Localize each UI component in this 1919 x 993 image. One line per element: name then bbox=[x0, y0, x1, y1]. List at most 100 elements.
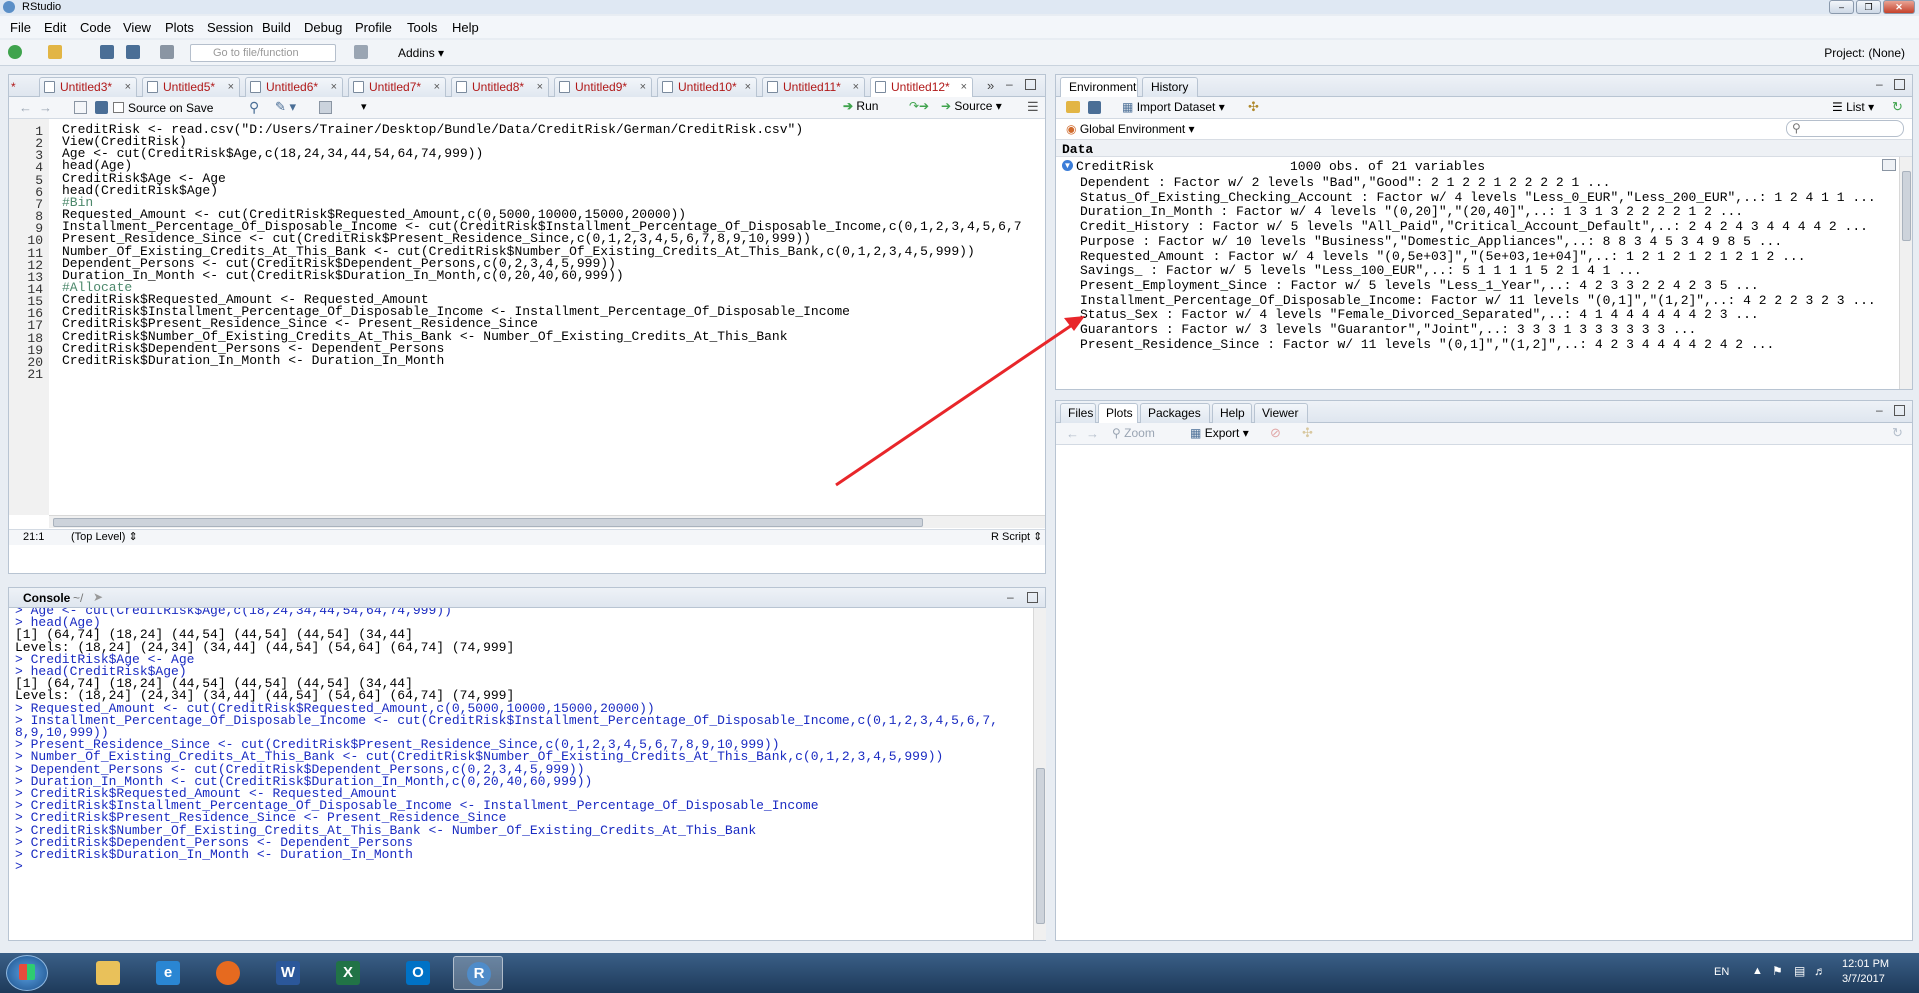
open-folder-icon[interactable] bbox=[48, 45, 62, 59]
tab-untitled10[interactable]: Untitled10* × bbox=[657, 77, 757, 97]
menu-plots[interactable]: Plots bbox=[165, 20, 194, 35]
save-all-icon[interactable] bbox=[126, 45, 140, 59]
code-line[interactable]: Duration_In_Month <- cut(CreditRisk$Dura… bbox=[62, 269, 624, 282]
console-vertical-scrollbar[interactable] bbox=[1033, 608, 1046, 940]
source-button[interactable]: ➔ Source ▾ bbox=[941, 99, 1002, 113]
tab-untitled6[interactable]: Untitled6* × bbox=[245, 77, 343, 97]
next-plot-icon[interactable]: → bbox=[1086, 426, 1099, 441]
maximize-pane-icon[interactable] bbox=[1027, 592, 1038, 603]
maximize-pane-icon[interactable] bbox=[1894, 405, 1905, 416]
source-on-save-checkbox[interactable] bbox=[113, 102, 124, 113]
options-dropdown-icon[interactable]: ▾ bbox=[361, 100, 367, 113]
rerun-icon[interactable]: ↷➔ bbox=[909, 99, 929, 113]
environment-vertical-scrollbar[interactable] bbox=[1899, 157, 1912, 389]
document-outline-icon[interactable]: ☰ bbox=[1027, 99, 1039, 115]
taskbar-word[interactable]: W bbox=[263, 956, 313, 990]
compile-report-icon[interactable] bbox=[319, 101, 332, 114]
environment-scope-selector[interactable]: ◉ Global Environment ▾ bbox=[1066, 122, 1195, 136]
network-icon[interactable]: ▤ bbox=[1794, 964, 1805, 978]
print-icon[interactable] bbox=[160, 45, 174, 59]
menu-session[interactable]: Session bbox=[207, 20, 253, 35]
taskbar-outlook[interactable]: O bbox=[393, 956, 443, 990]
maximize-pane-icon[interactable] bbox=[1894, 79, 1905, 90]
view-mode-selector[interactable]: ☰ List ▾ bbox=[1832, 100, 1874, 114]
tab-files[interactable]: Files bbox=[1060, 403, 1096, 423]
close-tab-icon[interactable]: × bbox=[961, 78, 967, 96]
tab-environment[interactable]: Environment bbox=[1060, 77, 1138, 98]
code-line[interactable]: CreditRisk$Duration_In_Month <- Duration… bbox=[62, 354, 444, 367]
tab-untitled3[interactable]: Untitled3* × bbox=[39, 77, 137, 97]
previous-plot-icon[interactable]: ← bbox=[1066, 426, 1079, 441]
code-tools-icon[interactable]: ✎ ▾ bbox=[275, 99, 296, 115]
minimize-pane-icon[interactable]: – bbox=[1876, 403, 1883, 417]
close-tab-icon[interactable]: × bbox=[228, 78, 234, 96]
file-type-selector[interactable]: R Script ⇕ bbox=[991, 530, 1042, 544]
remove-plot-icon[interactable]: ⊘ bbox=[1270, 425, 1281, 441]
tab-untitled11[interactable]: Untitled11* × bbox=[762, 77, 865, 97]
menu-file[interactable]: File bbox=[10, 20, 31, 35]
menu-edit[interactable]: Edit bbox=[44, 20, 66, 35]
menu-help[interactable]: Help bbox=[452, 20, 479, 35]
broom-clear-icon[interactable]: ✣ bbox=[1248, 99, 1259, 115]
tab-partial[interactable]: * bbox=[11, 80, 16, 94]
tab-viewer[interactable]: Viewer bbox=[1254, 403, 1308, 423]
taskbar-excel[interactable]: X bbox=[323, 956, 373, 990]
scrollbar-thumb[interactable] bbox=[1036, 768, 1045, 924]
maximize-pane-icon[interactable] bbox=[1025, 79, 1036, 90]
editor-horizontal-scrollbar[interactable] bbox=[49, 515, 1045, 528]
tab-untitled12[interactable]: Untitled12* × bbox=[870, 77, 973, 98]
minimize-pane-icon[interactable]: – bbox=[1006, 77, 1013, 91]
expand-icon[interactable]: ▼ bbox=[1062, 160, 1073, 171]
tab-packages[interactable]: Packages bbox=[1140, 403, 1210, 423]
tab-untitled9[interactable]: Untitled9* × bbox=[554, 77, 652, 97]
clock-time[interactable]: 12:01 PM bbox=[1842, 958, 1889, 970]
menu-profile[interactable]: Profile bbox=[355, 20, 392, 35]
close-tab-icon[interactable]: × bbox=[640, 78, 646, 96]
taskbar-firefox[interactable] bbox=[203, 956, 253, 990]
run-button[interactable]: ➔ Run bbox=[843, 99, 878, 113]
close-tab-icon[interactable]: × bbox=[853, 78, 859, 96]
new-file-icon[interactable] bbox=[8, 45, 22, 59]
more-tabs-icon[interactable]: » bbox=[987, 78, 994, 93]
tab-help[interactable]: Help bbox=[1212, 403, 1252, 423]
vertical-pane-splitter[interactable] bbox=[1046, 74, 1055, 941]
zoom-button[interactable]: ⚲ Zoom bbox=[1112, 426, 1155, 440]
scrollbar-thumb[interactable] bbox=[1902, 171, 1911, 241]
save-icon[interactable] bbox=[95, 101, 108, 114]
show-in-window-icon[interactable] bbox=[74, 101, 87, 114]
save-workspace-icon[interactable] bbox=[1088, 101, 1101, 114]
tab-history[interactable]: History bbox=[1142, 77, 1198, 97]
export-button[interactable]: ▦ Export ▾ bbox=[1190, 426, 1249, 440]
close-tab-icon[interactable]: × bbox=[331, 78, 337, 96]
minimize-button[interactable]: – bbox=[1829, 0, 1854, 14]
close-tab-icon[interactable]: × bbox=[125, 78, 131, 96]
close-tab-icon[interactable]: × bbox=[745, 78, 751, 96]
close-tab-icon[interactable]: × bbox=[537, 78, 543, 96]
project-menu[interactable]: Project: (None) bbox=[1824, 46, 1905, 60]
menu-build[interactable]: Build bbox=[262, 20, 291, 35]
scrollbar-thumb[interactable] bbox=[53, 518, 923, 527]
taskbar-internet-explorer[interactable]: e bbox=[143, 956, 193, 990]
minimize-pane-icon[interactable]: – bbox=[1876, 77, 1883, 91]
grid-layout-icon[interactable] bbox=[354, 45, 368, 59]
clock-date[interactable]: 3/7/2017 bbox=[1842, 973, 1885, 985]
minimize-pane-icon[interactable]: – bbox=[1007, 590, 1014, 604]
start-button[interactable] bbox=[6, 955, 48, 991]
refresh-icon[interactable]: ↻ bbox=[1892, 99, 1903, 115]
search-icon[interactable]: ⚲ bbox=[249, 99, 259, 116]
menu-debug[interactable]: Debug bbox=[304, 20, 342, 35]
addins-menu[interactable]: Addins ▾ bbox=[398, 46, 444, 60]
menu-view[interactable]: View bbox=[123, 20, 151, 35]
taskbar-file-explorer[interactable] bbox=[83, 956, 133, 990]
tab-untitled5[interactable]: Untitled5* × bbox=[142, 77, 240, 97]
save-icon[interactable] bbox=[100, 45, 114, 59]
view-data-grid-icon[interactable] bbox=[1882, 159, 1896, 171]
taskbar-rstudio[interactable]: R bbox=[453, 956, 503, 990]
go-to-directory-icon[interactable]: ➤ bbox=[93, 590, 103, 604]
maximize-button[interactable]: ❐ bbox=[1856, 0, 1881, 14]
menu-code[interactable]: Code bbox=[80, 20, 111, 35]
back-arrow-icon[interactable]: ← bbox=[19, 100, 32, 115]
forward-arrow-icon[interactable]: → bbox=[39, 100, 52, 115]
tab-untitled7[interactable]: Untitled7* × bbox=[348, 77, 446, 97]
load-workspace-icon[interactable] bbox=[1066, 101, 1080, 113]
